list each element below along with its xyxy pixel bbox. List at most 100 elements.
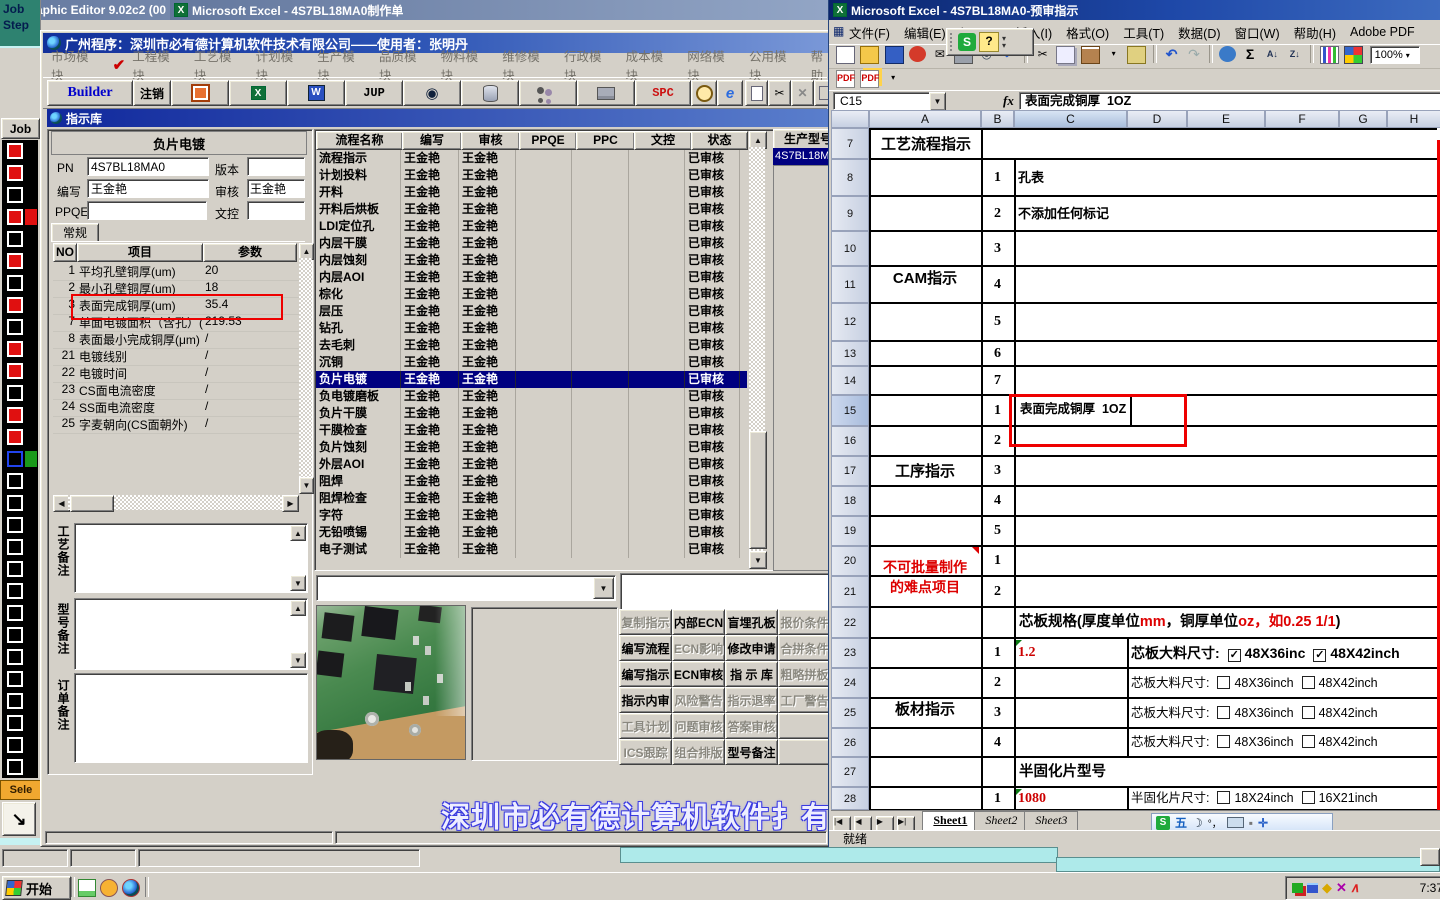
- paste-dropdown-icon[interactable]: ▾: [1105, 46, 1122, 62]
- layer-checkbox-icon[interactable]: [7, 319, 23, 335]
- auditor-input[interactable]: [247, 179, 305, 198]
- layer-checkbox-icon[interactable]: [7, 671, 23, 687]
- zsk-panel-titlebar[interactable]: 指示库: [47, 109, 828, 127]
- database-button[interactable]: [461, 80, 519, 106]
- flow-row[interactable]: 内层蚀刻 王金艳 王金艳 已审核: [316, 252, 747, 269]
- column-header-F[interactable]: F: [1265, 110, 1339, 128]
- layer-checkbox-icon[interactable]: [7, 363, 23, 379]
- writer-input[interactable]: [87, 179, 209, 198]
- cell-D28[interactable]: 半固化片尺寸: 18X24inch 16X21inch: [1131, 787, 1437, 810]
- undo-icon[interactable]: ↶: [1163, 46, 1180, 62]
- flow-row[interactable]: 开料 王金艳 王金艳 已审核: [316, 184, 747, 201]
- scroll-track-h[interactable]: [68, 495, 282, 512]
- drawing-icon[interactable]: [1344, 46, 1364, 64]
- cell-B20[interactable]: 1: [981, 546, 1014, 576]
- flow-row[interactable]: 干膜检查 王金艳 王金艳 已审核: [316, 422, 747, 439]
- resize-tool-button[interactable]: ↘: [2, 802, 36, 836]
- excel-menu-9[interactable]: Adobe PDF: [1350, 25, 1415, 39]
- zoom-box[interactable]: 100% ▾: [1369, 46, 1420, 64]
- word-button[interactable]: W: [287, 80, 345, 106]
- column-header-H[interactable]: H: [1387, 110, 1440, 128]
- wrench-icon[interactable]: ✛: [1258, 816, 1268, 830]
- row-header-21[interactable]: 21: [831, 576, 869, 607]
- scroll-down-button[interactable]: ▼: [299, 477, 314, 494]
- excel-menu-4[interactable]: 格式(O): [1066, 23, 1109, 42]
- layer-row[interactable]: [2, 624, 38, 646]
- checkbox-icon[interactable]: [1301, 791, 1315, 804]
- quicklaunch-clock-icon[interactable]: [100, 879, 118, 897]
- flow-row[interactable]: 层压 王金艳 王金艳 已审核: [316, 303, 747, 320]
- autosum-icon[interactable]: Σ: [1242, 46, 1259, 62]
- layer-row[interactable]: [2, 404, 38, 426]
- powerpoint-button[interactable]: [171, 80, 229, 106]
- action-button-型号备注[interactable]: 型号备注: [725, 739, 778, 765]
- format-painter-icon[interactable]: [1127, 46, 1147, 64]
- merged-cell-不可批量制作[interactable]: 不可批量制作 的难点项目: [869, 546, 981, 607]
- open-icon[interactable]: [860, 46, 880, 64]
- layer-checkbox-icon[interactable]: [7, 605, 23, 621]
- sogou-icon[interactable]: S: [958, 33, 976, 51]
- wubi-icon[interactable]: 五: [1175, 814, 1187, 831]
- layer-checkbox-icon[interactable]: [7, 231, 23, 247]
- layer-row[interactable]: [2, 668, 38, 690]
- flow-row[interactable]: 计划投料 王金艳 王金艳 已审核: [316, 167, 747, 184]
- flow-row[interactable]: 无铅喷锡 王金艳 王金艳 已审核: [316, 524, 747, 541]
- cell-B13[interactable]: 6: [981, 341, 1014, 366]
- layer-checkbox-icon[interactable]: [7, 715, 23, 731]
- cell-B25[interactable]: 3: [981, 698, 1014, 728]
- checkbox-icon[interactable]: ✓: [1313, 649, 1327, 662]
- chevron-down-icon[interactable]: ▼: [593, 577, 614, 599]
- column-header-E[interactable]: E: [1187, 110, 1265, 128]
- flow-row[interactable]: 开料后烘板 王金艳 王金艳 已审核: [316, 201, 747, 218]
- scroll-down-button[interactable]: ▼: [290, 652, 306, 668]
- layer-checkbox-icon[interactable]: [7, 517, 23, 533]
- cut-button[interactable]: ✂: [768, 80, 791, 106]
- layer-row[interactable]: [2, 690, 38, 712]
- cell-C9[interactable]: 不添加任何标记: [1018, 196, 1127, 231]
- flow-col-header[interactable]: 状态: [691, 131, 748, 150]
- cell-B26[interactable]: 4: [981, 728, 1014, 757]
- layer-checkbox-icon[interactable]: [7, 253, 23, 269]
- excel-button[interactable]: X: [229, 80, 287, 106]
- layer-row[interactable]: [2, 514, 38, 536]
- layer-row[interactable]: [2, 426, 38, 448]
- permission-icon[interactable]: [909, 46, 927, 62]
- layer-checkbox-icon[interactable]: [7, 693, 23, 709]
- flow-row[interactable]: 字符 王金艳 王金艳 已审核: [316, 507, 747, 524]
- action-button-修改申请[interactable]: 修改申请: [725, 635, 778, 661]
- layer-row[interactable]: [2, 382, 38, 404]
- flow-row[interactable]: 负片干膜 王金艳 王金艳 已审核: [316, 405, 747, 422]
- softkeyboard-icon[interactable]: [1226, 817, 1244, 828]
- layer-checkbox-icon[interactable]: [7, 275, 23, 291]
- flow-row[interactable]: 去毛刺 王金艳 王金艳 已审核: [316, 337, 747, 354]
- layer-row[interactable]: [2, 338, 38, 360]
- row-header-27[interactable]: 27: [831, 757, 869, 787]
- prod-column-header[interactable]: 生产型号: [773, 129, 831, 150]
- checkbox-icon[interactable]: [1217, 735, 1231, 748]
- row-header-28[interactable]: 28: [831, 787, 869, 810]
- cell-C27[interactable]: 半固化片型号: [1019, 757, 1319, 787]
- row-header-20[interactable]: 20: [831, 546, 869, 576]
- row-header-18[interactable]: 18: [831, 486, 869, 516]
- user-icon[interactable]: ▪: [1249, 816, 1253, 830]
- chart-wizard-icon[interactable]: [1319, 46, 1339, 64]
- checkbox-icon[interactable]: [1301, 706, 1315, 719]
- layer-checkbox-icon[interactable]: [7, 627, 23, 643]
- merged-cell-工序指示[interactable]: 工序指示: [869, 395, 981, 546]
- tray-display-icon[interactable]: [1292, 883, 1303, 893]
- tray-x-icon[interactable]: ✕: [1336, 880, 1347, 896]
- flow-col-header[interactable]: 编写: [402, 131, 462, 150]
- scroll-thumb[interactable]: [70, 495, 114, 512]
- remark1-textarea[interactable]: ▲ ▼: [74, 523, 308, 593]
- layer-checkbox-icon[interactable]: [7, 165, 23, 181]
- quicklaunch-editor-icon[interactable]: [78, 879, 96, 897]
- layer-row[interactable]: [2, 250, 38, 272]
- ge-hscrollbar[interactable]: [620, 847, 1058, 863]
- cell-B18[interactable]: 4: [981, 486, 1014, 516]
- resize-grip[interactable]: [1420, 848, 1440, 866]
- flow-row[interactable]: 流程指示 王金艳 王金艳 已审核: [316, 150, 747, 167]
- browser-button[interactable]: e: [717, 80, 743, 106]
- row-header-17[interactable]: 17: [831, 456, 869, 486]
- tray-network-icon[interactable]: [1307, 883, 1318, 893]
- flow-row[interactable]: 内层AOI 王金艳 王金艳 已审核: [316, 269, 747, 286]
